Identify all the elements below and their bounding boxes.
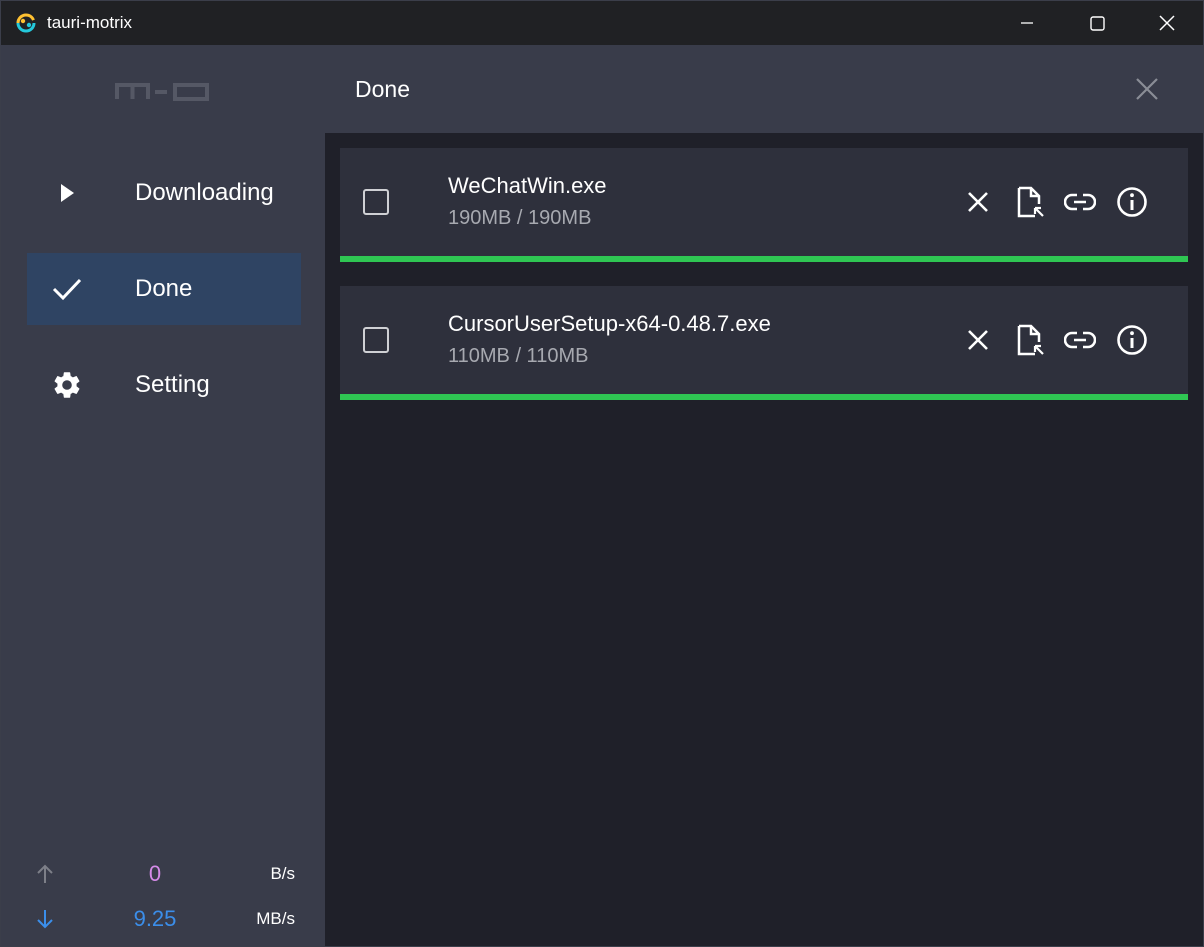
maximize-button[interactable]	[1062, 1, 1132, 45]
logo	[114, 79, 214, 103]
check-icon	[49, 273, 85, 305]
link-icon[interactable]	[1062, 184, 1098, 220]
upload-speed: 0 B/s	[1, 859, 325, 889]
close-icon[interactable]	[960, 184, 996, 220]
gear-icon	[49, 369, 85, 401]
progress-bar	[340, 256, 1188, 262]
download-speed-value: 9.25	[133, 906, 177, 931]
sidebar-item-label: Done	[135, 275, 193, 302]
sidebar-item-downloading[interactable]: Downloading	[27, 157, 301, 229]
progress-fill	[340, 394, 1188, 400]
task-size: 110MB / 110MB	[448, 345, 589, 367]
title-bar[interactable]: tauri-motrix	[1, 1, 1203, 45]
link-icon[interactable]	[1062, 322, 1098, 358]
download-speed-unit: MB/s	[256, 909, 295, 928]
sidebar-item-label: Downloading	[135, 179, 274, 206]
open-file-icon[interactable]	[1012, 184, 1048, 220]
page-title: Done	[355, 76, 410, 102]
play-icon	[49, 177, 85, 209]
progress-bar	[340, 394, 1188, 400]
close-icon[interactable]	[960, 322, 996, 358]
download-speed: 9.25 MB/s	[1, 904, 325, 934]
arrow-down-icon	[35, 908, 55, 930]
sidebar-item-done[interactable]: Done	[27, 253, 301, 325]
task-list: WeChatWin.exe 190MB / 190MB CursorUserSe…	[325, 133, 1203, 946]
maximize-icon	[1089, 15, 1105, 31]
progress-fill	[340, 256, 1188, 262]
sidebar: Downloading Done Setting 0 B/s 9.25 MB/s	[1, 45, 325, 946]
sidebar-item-label: Setting	[135, 371, 210, 398]
task-checkbox[interactable]	[363, 189, 389, 215]
close-icon[interactable]	[1131, 73, 1163, 105]
upload-speed-value: 0	[148, 861, 162, 886]
sidebar-item-setting[interactable]: Setting	[27, 349, 301, 421]
info-icon[interactable]	[1114, 322, 1150, 358]
minimize-button[interactable]	[992, 1, 1062, 45]
close-window-button[interactable]	[1132, 1, 1202, 45]
minimize-icon	[1021, 22, 1033, 24]
task-item[interactable]: WeChatWin.exe 190MB / 190MB	[340, 148, 1188, 262]
arrow-up-icon	[35, 863, 55, 885]
task-name: WeChatWin.exe	[448, 173, 607, 198]
task-checkbox[interactable]	[363, 327, 389, 353]
page-header: Done	[325, 45, 1203, 133]
app-window: tauri-motrix Downloading Done Setting 0 …	[0, 0, 1204, 947]
app-logo-icon	[15, 12, 37, 34]
upload-speed-unit: B/s	[270, 864, 295, 883]
window-title: tauri-motrix	[47, 13, 133, 32]
task-size: 190MB / 190MB	[448, 207, 592, 229]
task-name: CursorUserSetup-x64-0.48.7.exe	[448, 311, 771, 336]
info-icon[interactable]	[1114, 184, 1150, 220]
task-item[interactable]: CursorUserSetup-x64-0.48.7.exe 110MB / 1…	[340, 286, 1188, 400]
close-icon	[1159, 15, 1175, 31]
open-file-icon[interactable]	[1012, 322, 1048, 358]
